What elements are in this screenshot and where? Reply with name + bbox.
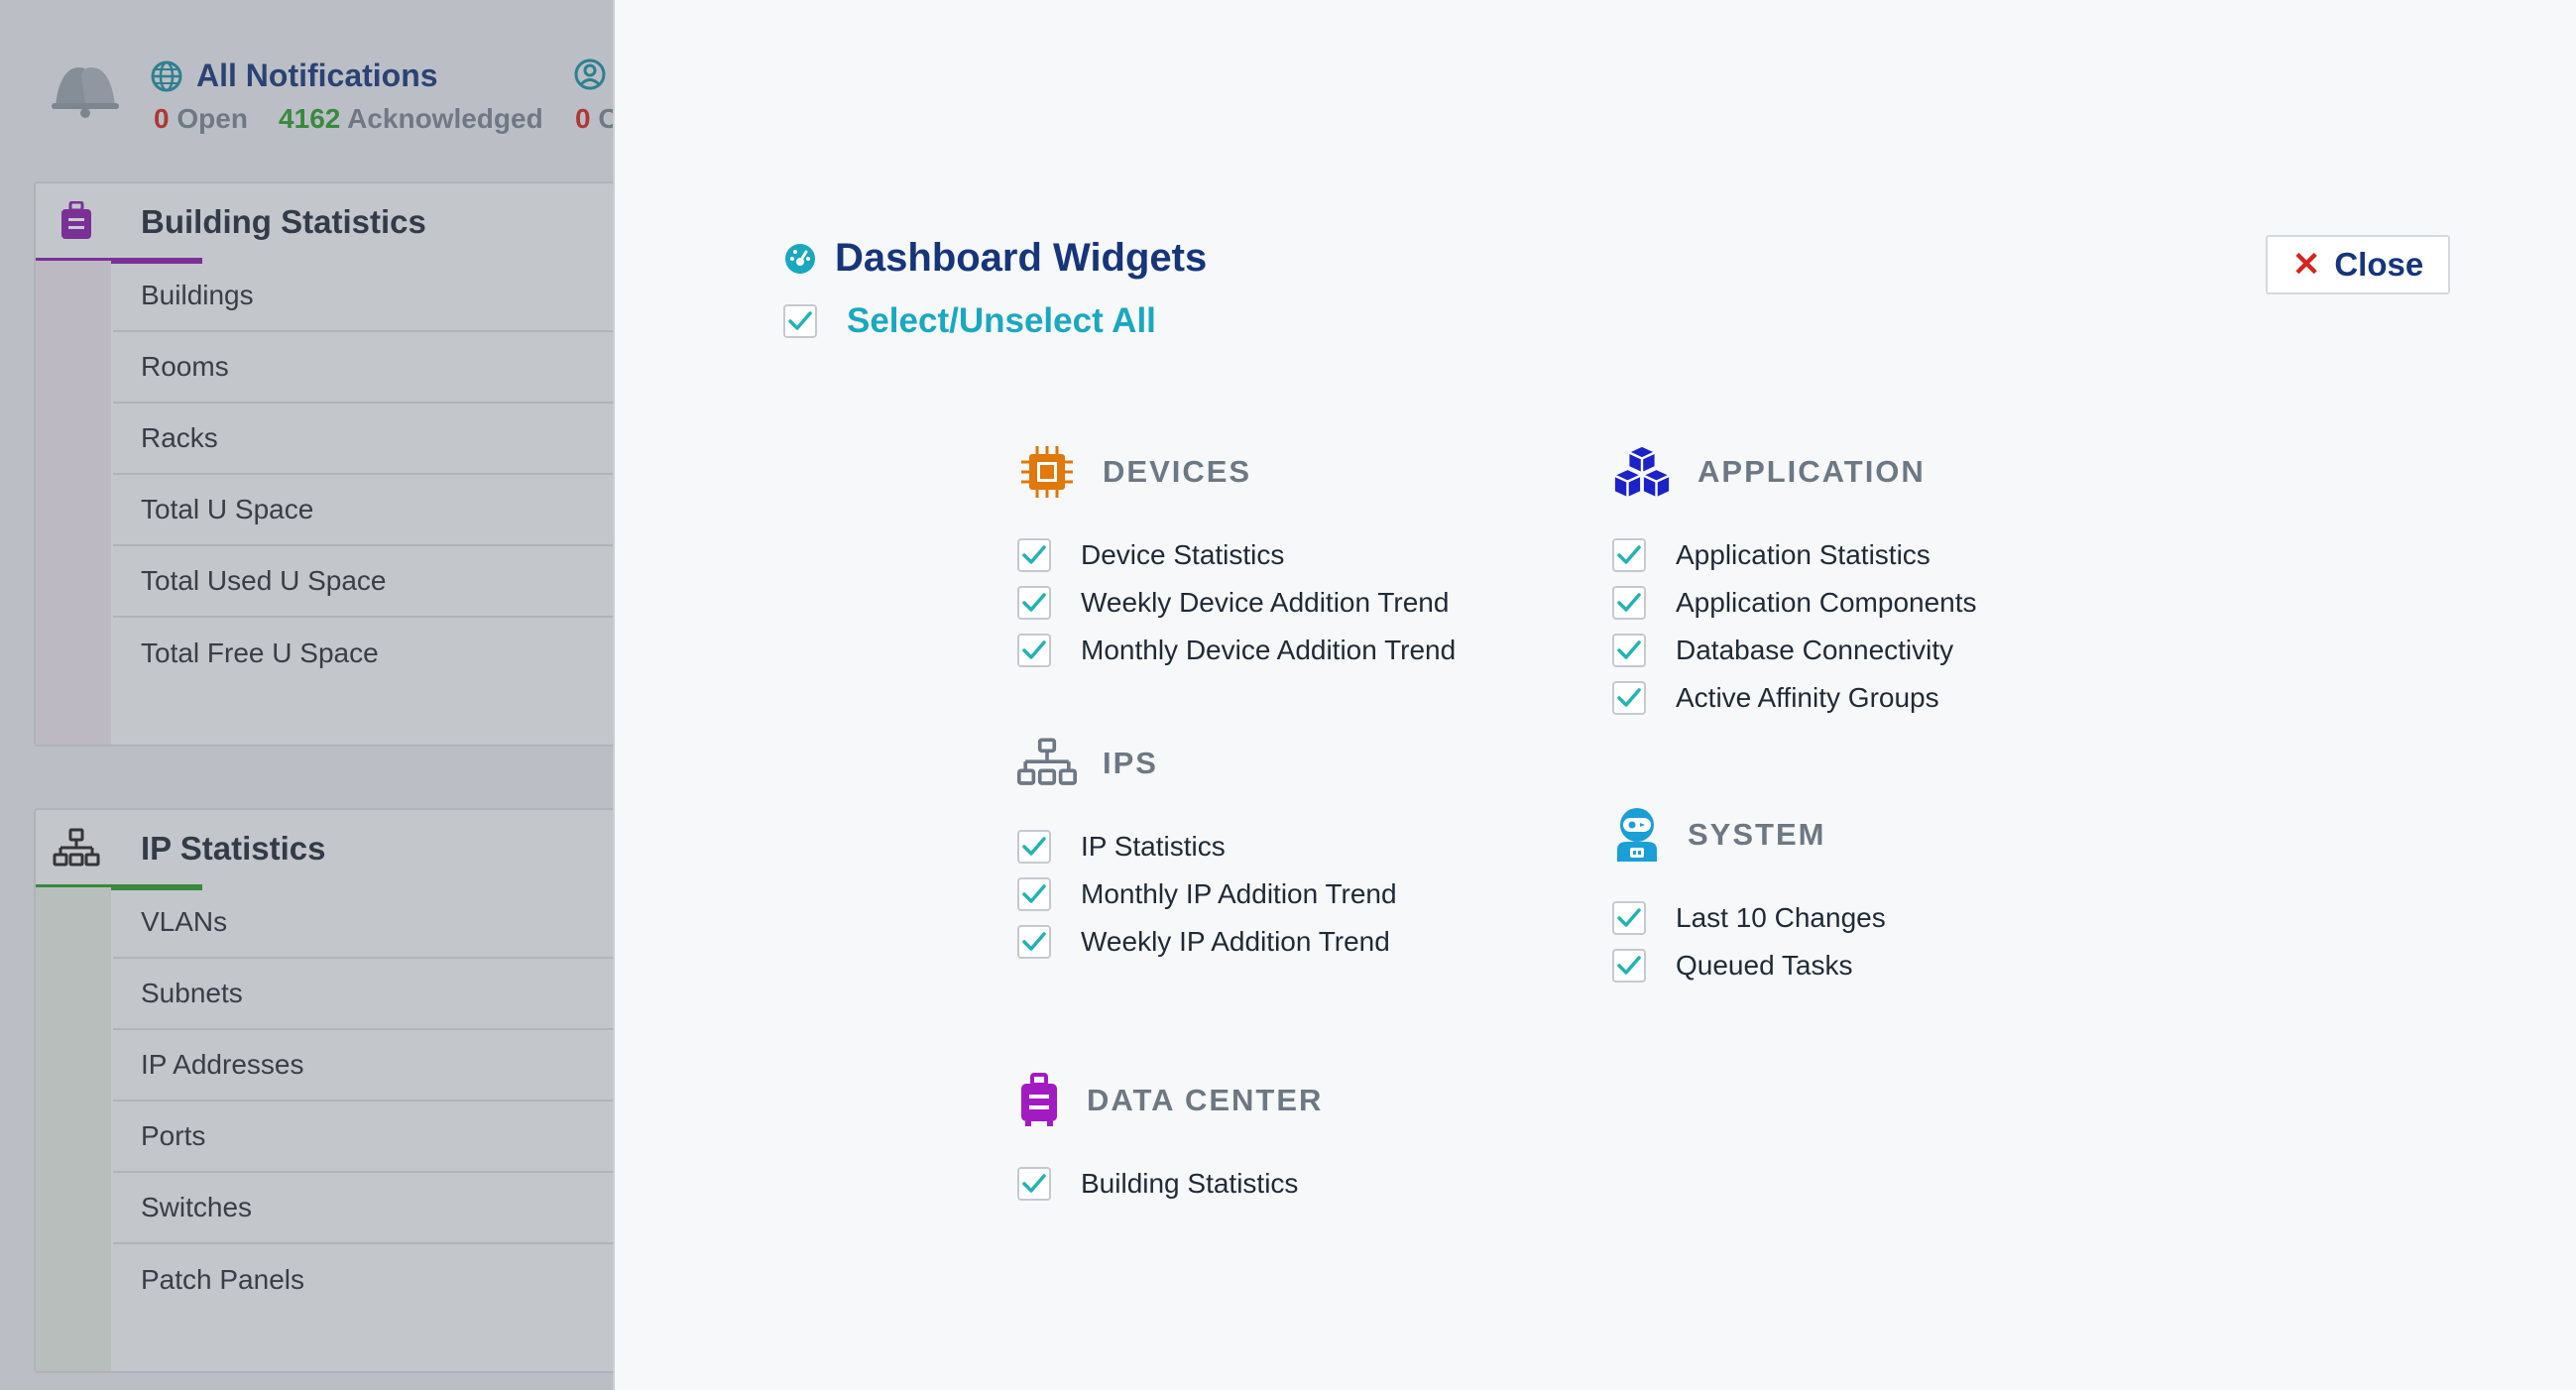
application-group-title: APPLICATION (1698, 454, 1926, 489)
dashboard-widgets-panel (613, 0, 2576, 1390)
close-label: Close (2334, 246, 2424, 283)
system-group-title: SYSTEM (1688, 817, 1826, 852)
checkmark-icon (1022, 545, 1046, 564)
checkmark-icon (1617, 688, 1641, 707)
cubes-icon (1612, 440, 1672, 504)
widget-label[interactable]: Last 10 Changes (1676, 902, 1886, 934)
widget-label[interactable]: Application Statistics (1676, 539, 1931, 571)
checkmark-icon (1022, 837, 1046, 856)
widget-checkbox[interactable] (1017, 1167, 1051, 1201)
widget-label[interactable]: Queued Tasks (1676, 950, 1853, 982)
devices-group-title: DEVICES (1103, 454, 1252, 489)
widget-checkbox[interactable] (1612, 538, 1646, 572)
widget-option[interactable]: Queued Tasks (1612, 942, 1886, 989)
widget-label[interactable]: Device Statistics (1081, 539, 1284, 571)
ips-group: IPS IP Statistics Monthly IP Addition Tr… (1017, 732, 1397, 966)
ips-widget-list: IP Statistics Monthly IP Addition Trend … (1017, 823, 1397, 966)
checkmark-icon (1617, 956, 1641, 975)
checkmark-icon (1022, 932, 1046, 951)
system-group: SYSTEM Last 10 Changes Queued Tasks (1612, 803, 1886, 989)
select-all-row[interactable]: Select/Unselect All (783, 301, 1156, 341)
widget-checkbox[interactable] (1017, 586, 1051, 620)
widget-checkbox[interactable] (1612, 586, 1646, 620)
data-center-group-header: DATA CENTER (1017, 1069, 1323, 1132)
application-widget-list: Application Statistics Application Compo… (1612, 531, 1977, 722)
checkmark-icon (1022, 640, 1046, 659)
system-group-header: SYSTEM (1612, 803, 1886, 867)
panel-title: Dashboard Widgets (835, 236, 1208, 280)
widget-checkbox[interactable] (1017, 877, 1051, 911)
checkmark-icon (788, 311, 812, 330)
devices-widget-list: Device Statistics Weekly Device Addition… (1017, 531, 1456, 674)
widget-option[interactable]: Application Statistics (1612, 531, 1977, 579)
widget-option[interactable]: Device Statistics (1017, 531, 1456, 579)
widget-checkbox[interactable] (1017, 925, 1051, 959)
robot-icon (1612, 803, 1662, 867)
devices-group-header: DEVICES (1017, 440, 1456, 504)
widget-label[interactable]: IP Statistics (1081, 831, 1226, 863)
widget-label[interactable]: Building Statistics (1081, 1168, 1298, 1200)
data-center-group: DATA CENTER Building Statistics (1017, 1069, 1323, 1208)
checkmark-icon (1022, 884, 1046, 903)
close-button[interactable]: ✕ Close (2266, 235, 2450, 294)
widget-option[interactable]: Building Statistics (1017, 1160, 1323, 1208)
network-icon (1017, 732, 1077, 795)
checkmark-icon (1617, 908, 1641, 927)
widget-option[interactable]: Weekly Device Addition Trend (1017, 579, 1456, 627)
system-widget-list: Last 10 Changes Queued Tasks (1612, 894, 1886, 989)
widget-checkbox[interactable] (1017, 538, 1051, 572)
close-icon: ✕ (2291, 246, 2321, 284)
dashboard-gauge-icon (785, 243, 815, 274)
application-group-header: APPLICATION (1612, 440, 1977, 504)
widget-option[interactable]: Monthly IP Addition Trend (1017, 870, 1397, 918)
select-all-checkbox[interactable] (783, 304, 817, 338)
widget-label[interactable]: Monthly IP Addition Trend (1081, 878, 1397, 910)
widget-checkbox[interactable] (1017, 634, 1051, 667)
widget-option[interactable]: IP Statistics (1017, 823, 1397, 870)
suitcase-icon (1017, 1069, 1061, 1132)
widget-option[interactable]: Weekly IP Addition Trend (1017, 918, 1397, 966)
checkmark-icon (1617, 545, 1641, 564)
widget-checkbox[interactable] (1612, 949, 1646, 983)
widget-label[interactable]: Active Affinity Groups (1676, 682, 1939, 714)
checkmark-icon (1022, 593, 1046, 612)
widget-option[interactable]: Database Connectivity (1612, 627, 1977, 674)
select-all-label[interactable]: Select/Unselect All (847, 301, 1156, 341)
widget-option[interactable]: Active Affinity Groups (1612, 674, 1977, 722)
widget-label[interactable]: Application Components (1676, 587, 1977, 619)
widget-option[interactable]: Application Components (1612, 579, 1977, 627)
ips-group-title: IPS (1103, 746, 1158, 780)
widget-label[interactable]: Monthly Device Addition Trend (1081, 635, 1456, 666)
devices-group: DEVICES Device Statistics Weekly Device … (1017, 440, 1456, 674)
checkmark-icon (1617, 593, 1641, 612)
widget-label[interactable]: Database Connectivity (1676, 635, 1953, 666)
widget-checkbox[interactable] (1612, 901, 1646, 935)
checkmark-icon (1022, 1174, 1046, 1193)
widget-option[interactable]: Monthly Device Addition Trend (1017, 627, 1456, 674)
chip-icon (1017, 440, 1077, 504)
widget-checkbox[interactable] (1017, 830, 1051, 864)
modal-backdrop[interactable] (0, 0, 615, 1390)
panel-title-row: Dashboard Widgets (783, 236, 1207, 281)
ips-group-header: IPS (1017, 732, 1397, 795)
widget-label[interactable]: Weekly Device Addition Trend (1081, 587, 1449, 619)
widget-checkbox[interactable] (1612, 634, 1646, 667)
application-group: APPLICATION Application Statistics Appli… (1612, 440, 1977, 722)
checkmark-icon (1617, 640, 1641, 659)
widget-option[interactable]: Last 10 Changes (1612, 894, 1886, 942)
widget-checkbox[interactable] (1612, 681, 1646, 715)
widget-label[interactable]: Weekly IP Addition Trend (1081, 926, 1390, 958)
data-center-widget-list: Building Statistics (1017, 1160, 1323, 1208)
data-center-group-title: DATA CENTER (1087, 1083, 1324, 1117)
